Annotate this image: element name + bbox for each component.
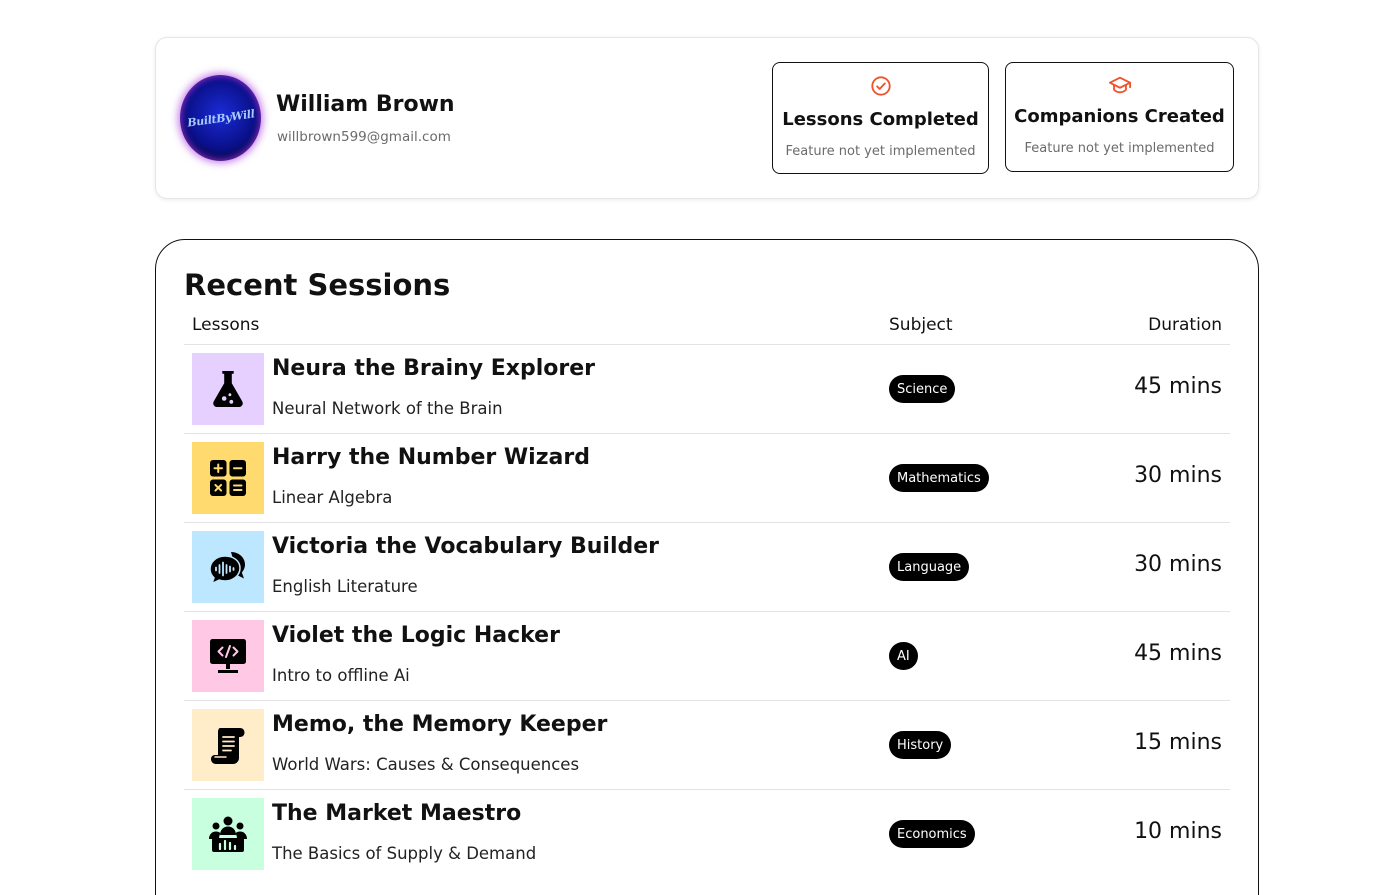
lesson-topic: Linear Algebra [272, 488, 393, 507]
sessions-table-body: Neura the Brainy Explorer Neural Network… [184, 345, 1230, 879]
companions-created-card: Companions Created Feature not yet imple… [1005, 62, 1234, 172]
table-row[interactable]: Victoria the Vocabulary Builder English … [184, 523, 1230, 612]
speech-bubbles-icon [209, 552, 245, 584]
lessons-completed-subtitle: Feature not yet implemented [785, 144, 976, 159]
companion-name[interactable]: Victoria the Vocabulary Builder [272, 534, 659, 559]
lessons-column-header: Lessons [192, 315, 260, 335]
subject-badge: History [889, 731, 952, 759]
companion-name[interactable]: Harry the Number Wizard [272, 445, 590, 470]
table-row[interactable]: Violet the Logic Hacker Intro to offline… [184, 612, 1230, 701]
session-duration: 30 mins [1134, 463, 1222, 488]
lesson-topic: World Wars: Causes & Consequences [272, 755, 580, 774]
check-circle-icon [870, 75, 892, 101]
avatar-logo-text: BuiltByWill [186, 106, 255, 130]
session-duration: 45 mins [1134, 641, 1222, 666]
subject-badge: Language [889, 553, 970, 581]
lesson-topic: Neural Network of the Brain [272, 399, 503, 418]
table-row[interactable]: The Market Maestro The Basics of Supply … [184, 790, 1230, 879]
duration-column-header: Duration [1148, 315, 1222, 335]
calculator-icon [210, 460, 246, 496]
subject-icon-tile [192, 798, 264, 870]
session-duration: 30 mins [1134, 552, 1222, 577]
companions-created-subtitle: Feature not yet implemented [1024, 141, 1215, 156]
session-duration: 10 mins [1134, 819, 1222, 844]
market-people-icon [209, 816, 247, 852]
profile-card: BuiltByWill William Brown willbrown599@g… [155, 37, 1259, 199]
scroll-icon [211, 728, 245, 764]
companion-name[interactable]: The Market Maestro [272, 801, 521, 826]
subject-icon-tile [192, 620, 264, 692]
recent-sessions-title: Recent Sessions [184, 268, 451, 302]
subject-icon-tile [192, 353, 264, 425]
companion-name[interactable]: Memo, the Memory Keeper [272, 712, 607, 737]
subject-icon-tile [192, 709, 264, 781]
graduation-cap-icon [1108, 74, 1132, 100]
lesson-topic: The Basics of Supply & Demand [272, 844, 537, 863]
subject-badge: AI [889, 642, 918, 670]
table-row[interactable]: Memo, the Memory Keeper World Wars: Caus… [184, 701, 1230, 790]
recent-sessions-card: Recent Sessions Lessons Subject Duration… [155, 239, 1259, 895]
user-email: willbrown599@gmail.com [277, 129, 451, 145]
session-duration: 45 mins [1134, 374, 1222, 399]
companions-created-title: Companions Created [1014, 106, 1225, 127]
subject-badge: Science [889, 375, 956, 403]
lesson-topic: Intro to offline Ai [272, 666, 410, 685]
lessons-completed-title: Lessons Completed [782, 109, 979, 130]
companion-name[interactable]: Violet the Logic Hacker [272, 623, 560, 648]
subject-badge: Mathematics [889, 464, 989, 492]
avatar: BuiltByWill [180, 75, 261, 161]
lessons-completed-card: Lessons Completed Feature not yet implem… [772, 62, 989, 174]
subject-icon-tile [192, 442, 264, 514]
subject-badge: Economics [889, 820, 975, 848]
table-row[interactable]: Neura the Brainy Explorer Neural Network… [184, 345, 1230, 434]
flask-icon [213, 370, 243, 408]
companion-name[interactable]: Neura the Brainy Explorer [272, 356, 595, 381]
subject-column-header: Subject [889, 315, 953, 335]
lesson-topic: English Literature [272, 577, 418, 596]
subject-icon-tile [192, 531, 264, 603]
table-header: Lessons Subject Duration [184, 306, 1230, 345]
session-duration: 15 mins [1134, 730, 1222, 755]
code-monitor-icon [210, 639, 246, 673]
user-name: William Brown [276, 92, 455, 117]
table-row[interactable]: Harry the Number Wizard Linear Algebra M… [184, 434, 1230, 523]
